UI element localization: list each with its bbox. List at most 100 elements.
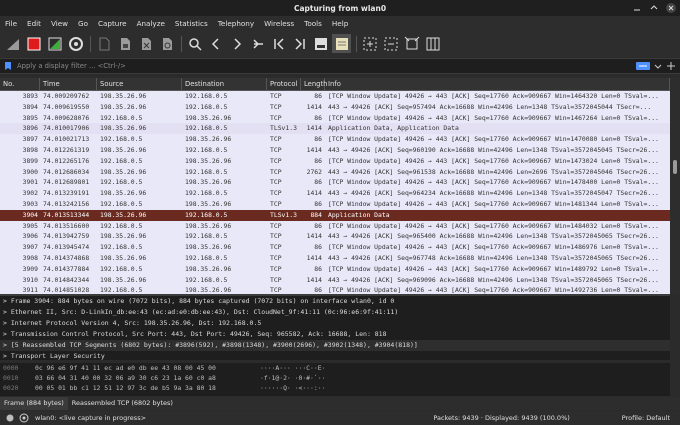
- colorize-button[interactable]: [332, 34, 351, 53]
- menu-view[interactable]: View: [46, 19, 73, 28]
- packet-source: 192.168.0.5: [100, 243, 143, 252]
- packet-destination: 192.168.0.5: [185, 92, 228, 100]
- packet-destination: 198.35.26.96: [185, 156, 232, 165]
- next-packet-button[interactable]: [227, 34, 246, 53]
- packet-length: 1414: [306, 232, 322, 241]
- packet-protocol: TCP: [270, 286, 282, 294]
- packet-list: No. Time Source Destination Protocol Len…: [0, 78, 670, 294]
- menu-tools[interactable]: Tools: [299, 19, 327, 28]
- apply-filter-icon[interactable]: [636, 61, 650, 71]
- packet-list-scrollbar[interactable]: [670, 78, 680, 294]
- packet-row[interactable]: 3898 74.012261319 198.35.26.96 192.168.0.5 T…: [0, 145, 670, 156]
- open-file-button[interactable]: [94, 34, 113, 53]
- column-header-source[interactable]: Source: [97, 78, 182, 90]
- tab-reassembled-tcp[interactable]: Reassembled TCP (6802 bytes): [68, 397, 177, 410]
- zoom-out-button[interactable]: [381, 34, 400, 53]
- packet-row[interactable]: 3894 74.009619550 198.35.26.96 192.168.0.5 T…: [0, 102, 670, 113]
- column-header-time[interactable]: Time: [40, 78, 97, 90]
- menu-telephony[interactable]: Telephony: [213, 19, 259, 28]
- minimize-icon[interactable]: [632, 3, 642, 13]
- packet-row[interactable]: 3893 74.009209762 198.35.26.96 192.168.0.5 T…: [0, 91, 670, 102]
- bytes-row[interactable]: 0020 00 05 01 bb c1 12 51 12 97 3c de b5 …: [0, 383, 670, 393]
- menu-help[interactable]: Help: [327, 19, 353, 28]
- menu-capture[interactable]: Capture: [93, 19, 132, 28]
- menu-edit[interactable]: Edit: [22, 19, 46, 28]
- resize-columns-button[interactable]: [423, 34, 442, 53]
- detail-row-reassembled[interactable]: > [5 Reassembled TCP Segments (6802 byte…: [0, 340, 670, 351]
- packet-info: 443 → 49426 [ACK] Seq=969096 Ack=16688 W…: [328, 275, 659, 284]
- bytes-row[interactable]: 0000 0c 96 e6 9f 41 11 ec ad e0 db ee 43 …: [0, 363, 670, 373]
- detail-row-frame[interactable]: > Frame 3904: 884 bytes on wire (7072 bi…: [0, 296, 670, 307]
- close-icon[interactable]: [666, 3, 676, 13]
- packet-row[interactable]: 3911 74.014851028 192.168.0.5 198.35.26.96 T…: [0, 285, 670, 294]
- close-file-button[interactable]: [136, 34, 155, 53]
- packet-length: 86: [314, 156, 322, 165]
- detail-row-ip[interactable]: > Internet Protocol Version 4, Src: 198.…: [0, 318, 670, 329]
- packet-protocol: TCP: [270, 102, 282, 111]
- profile-label[interactable]: Profile: Default: [622, 414, 670, 422]
- menu-go[interactable]: Go: [73, 19, 93, 28]
- packet-row[interactable]: 3901 74.012689801 192.168.0.5 198.35.26.96 T…: [0, 177, 670, 188]
- menu-analyze[interactable]: Analyze: [132, 19, 170, 28]
- restart-capture-button[interactable]: [45, 34, 64, 53]
- packet-row[interactable]: 3907 74.013945474 192.168.0.5 198.35.26.96 T…: [0, 242, 670, 253]
- restart-icon: [48, 37, 61, 50]
- column-header-protocol[interactable]: Protocol: [267, 78, 301, 90]
- autoscroll-button[interactable]: [311, 34, 330, 53]
- packet-row[interactable]: 3897 74.010021713 192.168.0.5 198.35.26.96 T…: [0, 134, 670, 145]
- dropdown-arrow-icon[interactable]: [654, 62, 662, 70]
- column-header-info[interactable]: Info: [325, 78, 670, 90]
- find-packet-button[interactable]: [185, 34, 204, 53]
- packet-row[interactable]: 3905 74.013516600 192.168.0.5 198.35.26.96 T…: [0, 221, 670, 232]
- maximize-icon[interactable]: [649, 3, 659, 13]
- bookmark-icon[interactable]: [3, 61, 13, 71]
- packet-destination: 192.168.0.5: [185, 145, 228, 154]
- tab-frame[interactable]: Frame (884 bytes): [0, 397, 68, 410]
- packet-row[interactable]: 3906 74.013942759 198.35.26.96 192.168.0.5 T…: [0, 231, 670, 242]
- go-to-packet-button[interactable]: [248, 34, 267, 53]
- save-file-button[interactable]: [115, 34, 134, 53]
- bytes-row[interactable]: 0010 03 66 04 31 40 00 32 06 a9 30 c6 23 …: [0, 373, 670, 383]
- previous-packet-button[interactable]: [206, 34, 225, 53]
- packet-row[interactable]: 3909 74.014377884 192.168.0.5 198.35.26.96 T…: [0, 264, 670, 275]
- detail-row-tcp[interactable]: > Transmission Control Protocol, Src Por…: [0, 329, 670, 340]
- column-header-length[interactable]: Length: [301, 78, 327, 90]
- packet-source: 192.168.0.5: [100, 221, 143, 230]
- add-filter-button-icon[interactable]: [667, 62, 675, 70]
- last-packet-button[interactable]: [290, 34, 309, 53]
- start-capture-button[interactable]: [3, 34, 22, 53]
- packet-row[interactable]: 3910 74.014842344 198.35.26.96 192.168.0.5 T…: [0, 275, 670, 286]
- column-header-destination[interactable]: Destination: [182, 78, 267, 90]
- display-filter-input[interactable]: Apply a display filter ... <Ctrl-/>: [17, 62, 126, 70]
- packet-row-selected[interactable]: 3904 74.013513344 198.35.26.96 192.168.0.5 T…: [0, 209, 670, 221]
- detail-row-tls[interactable]: > Transport Layer Security: [0, 351, 670, 360]
- packet-source: 192.168.0.5: [100, 113, 143, 122]
- packet-row[interactable]: 3896 74.010017906 198.35.26.96 192.168.0.5 T…: [0, 123, 670, 135]
- stop-capture-button[interactable]: [24, 34, 43, 53]
- menu-file[interactable]: File: [0, 19, 22, 28]
- scrollbar-thumb[interactable]: [673, 160, 677, 174]
- search-icon: [188, 37, 202, 51]
- capture-status-icon[interactable]: [19, 413, 29, 423]
- packet-row[interactable]: 3895 74.009628076 192.168.0.5 198.35.26.96 T…: [0, 113, 670, 124]
- packet-row[interactable]: 3900 74.012686034 198.35.26.96 192.168.0.5 T…: [0, 167, 670, 178]
- detail-row-ethernet[interactable]: > Ethernet II, Src: D-LinkIn_db:ee:43 (e…: [0, 307, 670, 318]
- packet-source: 192.168.0.5: [100, 286, 143, 294]
- packet-row[interactable]: 3899 74.012265176 192.168.0.5 198.35.26.96 T…: [0, 156, 670, 167]
- menu-statistics[interactable]: Statistics: [170, 19, 213, 28]
- capture-options-button[interactable]: [66, 34, 85, 53]
- column-header-no[interactable]: No.: [0, 78, 40, 90]
- packet-row[interactable]: 3903 74.013242156 192.168.0.5 198.35.26.96 T…: [0, 199, 670, 210]
- packet-length: 86: [314, 286, 322, 294]
- expert-info-icon[interactable]: [6, 414, 14, 422]
- packet-info: [TCP Window Update] 49426 → 443 [ACK] Se…: [328, 221, 659, 230]
- detail-text: [5 Reassembled TCP Segments (6802 bytes)…: [10, 341, 418, 349]
- normal-size-button[interactable]: [402, 34, 421, 53]
- zoom-in-button[interactable]: [360, 34, 379, 53]
- packet-row[interactable]: 3902 74.013239191 198.35.26.96 192.168.0.5 T…: [0, 188, 670, 199]
- first-packet-button[interactable]: [269, 34, 288, 53]
- menu-wireless[interactable]: Wireless: [259, 19, 299, 28]
- packet-row[interactable]: 3908 74.014374868 198.35.26.96 192.168.0.5 T…: [0, 253, 670, 264]
- reload-file-button[interactable]: [157, 34, 176, 53]
- packet-list-header: No. Time Source Destination Protocol Len…: [0, 78, 670, 91]
